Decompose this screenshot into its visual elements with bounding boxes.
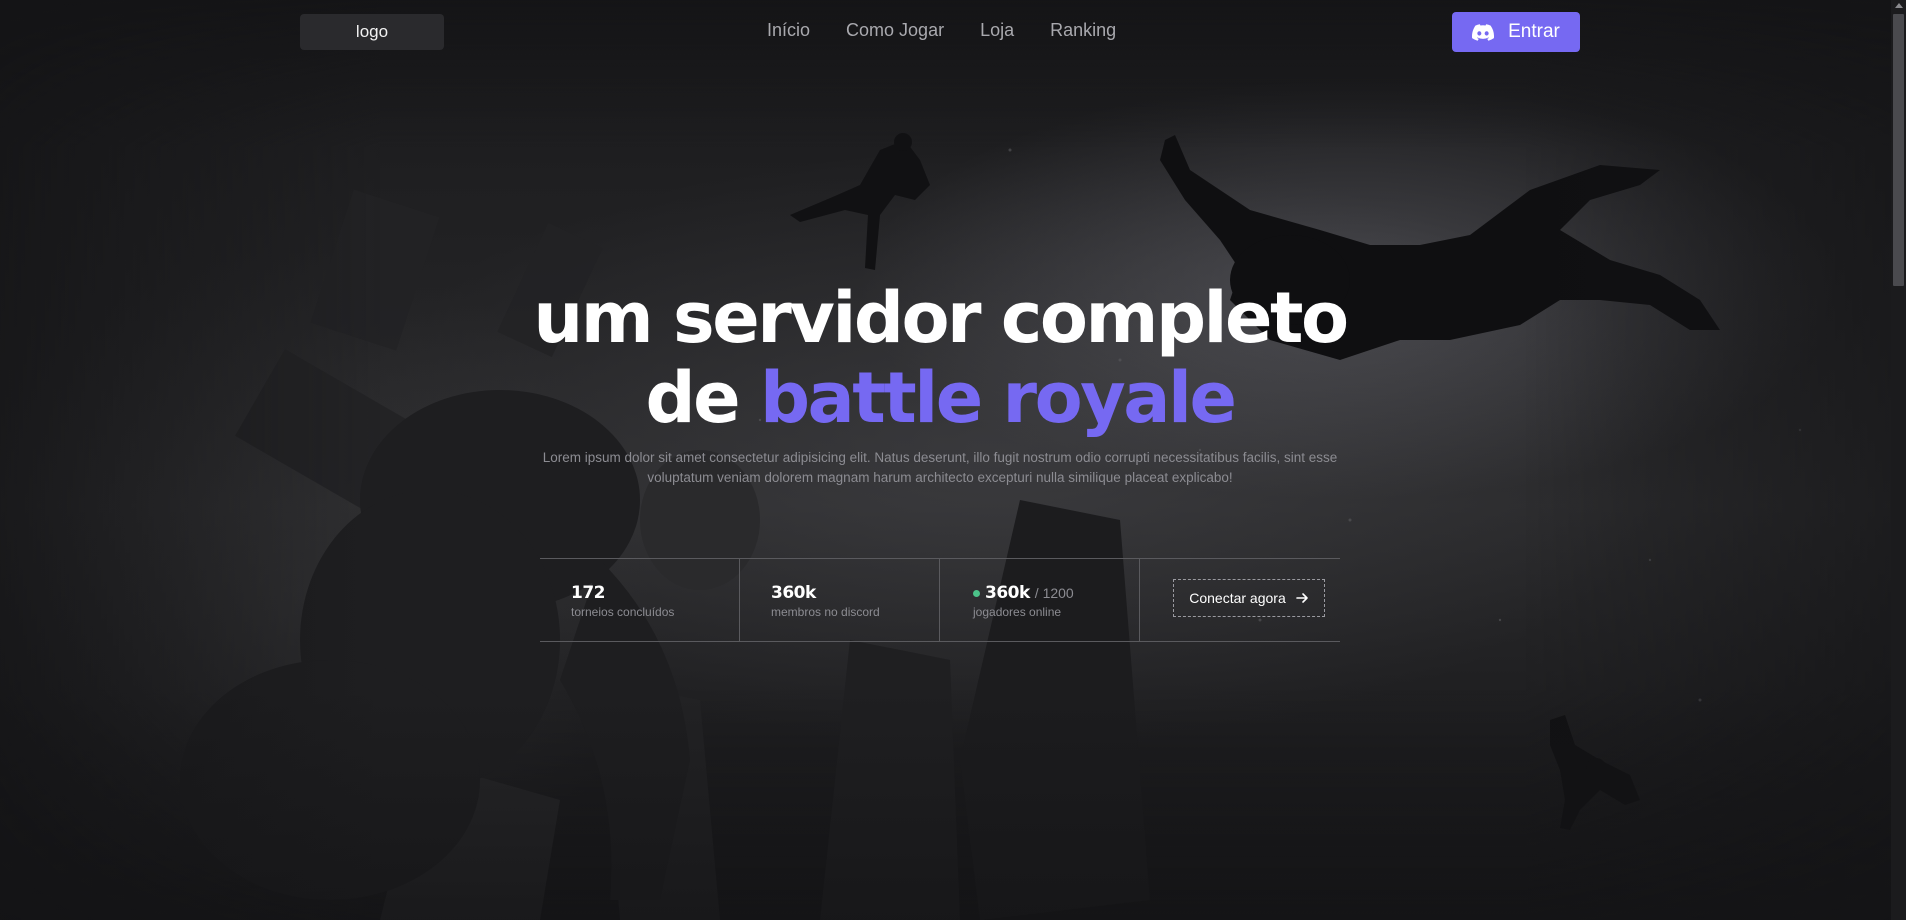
nav-item-como-jogar[interactable]: Como Jogar <box>846 20 944 41</box>
login-button-label: Entrar <box>1508 21 1560 42</box>
stat-discord-members-label: membros no discord <box>771 605 880 619</box>
stat-discord-members-value: 360k <box>771 583 816 603</box>
logo[interactable]: logo <box>300 14 444 50</box>
login-button[interactable]: Entrar <box>1452 12 1580 52</box>
scroll-up-arrow[interactable] <box>1895 3 1903 8</box>
hero-description: Lorem ipsum dolor sit amet consectetur a… <box>542 450 1338 485</box>
stat-discord-members: 360k membros no discord <box>740 559 940 641</box>
hero-title-line2-prefix: de <box>645 357 760 439</box>
nav-item-loja[interactable]: Loja <box>980 20 1014 41</box>
nav-item-ranking[interactable]: Ranking <box>1050 20 1116 41</box>
stat-players-online-row: 360k / 1200 <box>973 583 1139 603</box>
discord-icon <box>1472 23 1495 41</box>
stat-tournaments-value: 172 <box>571 583 606 603</box>
nav-item-inicio[interactable]: Início <box>767 20 810 41</box>
scroll-thumb[interactable] <box>1893 14 1904 286</box>
stat-players-online: 360k / 1200 jogadores online <box>940 559 1140 641</box>
main-nav: Início Como Jogar Loja Ranking <box>767 20 1116 41</box>
stat-players-online-total: / 1200 <box>1034 585 1074 601</box>
online-status-dot <box>973 589 980 597</box>
stats-bar: 172 torneios concluídos 360k membros no … <box>540 558 1340 642</box>
connect-now-label: Conectar agora <box>1189 590 1286 606</box>
logo-text: logo <box>355 22 389 41</box>
landing-page: logo Início Como Jogar Loja Ranking Entr… <box>0 0 1906 920</box>
hero-title-accent: battle royale <box>759 357 1237 439</box>
stat-players-online-value: 360k <box>985 583 1030 603</box>
arrow-right-icon <box>1295 593 1308 603</box>
stat-tournaments: 172 torneios concluídos <box>540 559 740 641</box>
stat-tournaments-label: torneios concluídos <box>571 605 675 619</box>
hero-title-line1: um servidor completo <box>533 277 1349 359</box>
connect-now-button[interactable]: Conectar agora <box>1173 579 1325 617</box>
stat-players-online-label: jogadores online <box>973 605 1062 619</box>
hero-title: um servidor completo de battle royale <box>0 278 1880 438</box>
page-scrollbar[interactable] <box>1891 0 1906 920</box>
stat-cta-cell: Conectar agora <box>1140 559 1340 641</box>
